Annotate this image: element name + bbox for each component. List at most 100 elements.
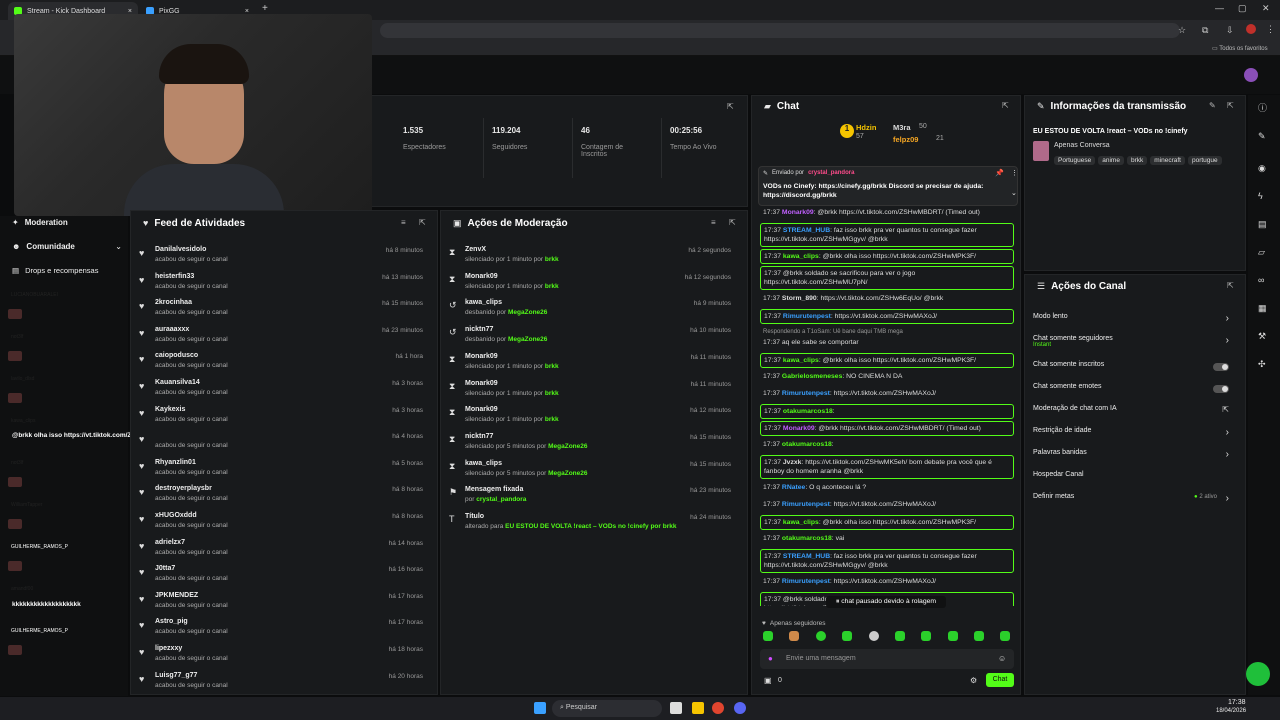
feed-username[interactable]: caiopodusco bbox=[155, 352, 198, 359]
chrome-icon[interactable] bbox=[712, 702, 724, 714]
chat-username[interactable]: Monark09 bbox=[782, 209, 814, 216]
chat-message[interactable]: 17:37 Rimurutenpest: https://vt.tiktok.c… bbox=[760, 498, 1014, 511]
chat-message[interactable]: 17:37 STREAM_HUB: faz isso brkk pra ver … bbox=[760, 549, 1014, 573]
emote-icon[interactable] bbox=[789, 631, 799, 641]
chat-message[interactable]: 17:37 otakumarcos18: vai bbox=[760, 532, 1014, 545]
popout-icon[interactable]: ⇱ bbox=[727, 102, 734, 111]
channel-action-row[interactable]: Moderação de chat com IA ⇱ bbox=[1033, 405, 1239, 425]
chat-message[interactable]: 17:37 Monark09: @brkk https://vt.tiktok.… bbox=[760, 421, 1014, 436]
chat-message[interactable]: 17:37 aq ele sabe se comportar bbox=[760, 336, 1014, 349]
mod-by[interactable]: crystal_pandora bbox=[476, 496, 526, 503]
server-icon[interactable]: ▦ bbox=[1258, 303, 1267, 314]
folder-icon[interactable] bbox=[692, 702, 704, 714]
mod-target[interactable]: Monark09 bbox=[465, 380, 498, 387]
gift-icon[interactable]: ▣ bbox=[764, 676, 772, 685]
extensions-icon[interactable]: ⧉ bbox=[1202, 25, 1208, 36]
tag-chip[interactable]: Portuguese bbox=[1054, 156, 1096, 165]
channel-action-row[interactable]: Modo lento › bbox=[1033, 313, 1239, 333]
info-icon[interactable]: ⓘ bbox=[1258, 101, 1267, 114]
filter-icon[interactable]: ≡ bbox=[401, 218, 406, 227]
maximize-icon[interactable]: ▢ bbox=[1238, 3, 1247, 14]
chat-message[interactable]: 17:37 Rimurutenpest: https://vt.tiktok.c… bbox=[760, 309, 1014, 324]
mod-target[interactable]: nicktn77 bbox=[465, 326, 493, 333]
emote-icon[interactable] bbox=[816, 631, 826, 641]
mod-by[interactable]: brkk bbox=[545, 283, 559, 290]
feed-username[interactable]: Danilalvesidolo bbox=[155, 246, 206, 253]
edit-icon[interactable]: ✎ bbox=[1209, 101, 1216, 110]
chat-username[interactable]: Jvzxk bbox=[783, 459, 802, 466]
feed-username[interactable]: lipezxxy bbox=[155, 645, 182, 652]
mod-target[interactable]: Título bbox=[465, 513, 484, 520]
mod-by[interactable]: MegaZone26 bbox=[548, 443, 587, 450]
chat-username[interactable]: Rimurutenpest bbox=[782, 390, 830, 397]
toggle-switch[interactable] bbox=[1213, 385, 1229, 393]
menu-icon[interactable]: ⋮ bbox=[1266, 24, 1275, 35]
send-chat-button[interactable]: Chat bbox=[986, 673, 1014, 687]
pin-icon[interactable]: 📌 bbox=[995, 169, 1004, 177]
url-field[interactable] bbox=[380, 23, 1180, 38]
chat-message[interactable]: 17:37 Rimurutenpest: https://vt.tiktok.c… bbox=[760, 387, 1014, 400]
puzzle-icon[interactable]: ✣ bbox=[1258, 359, 1266, 370]
chat-username[interactable]: STREAM_HUB bbox=[783, 553, 830, 560]
popout-icon[interactable]: ⇱ bbox=[419, 218, 426, 227]
chat-message[interactable]: 17:37 Monark09: @brkk https://vt.tiktok.… bbox=[760, 206, 1014, 219]
new-tab-icon[interactable]: + bbox=[262, 3, 268, 14]
feed-username[interactable]: Kaykexis bbox=[155, 406, 185, 413]
chat-username[interactable]: Gabrielosmeneses bbox=[782, 373, 842, 380]
feed-username[interactable]: xHUGOxddd bbox=[155, 512, 197, 519]
settings-icon[interactable]: ⚙ bbox=[970, 676, 977, 685]
chat-message[interactable]: 17:37 Rimurutenpest: https://vt.tiktok.c… bbox=[760, 575, 1014, 588]
feed-username[interactable]: heisterfin33 bbox=[155, 273, 194, 280]
emote-icon[interactable] bbox=[974, 631, 984, 641]
mod-target[interactable]: Monark09 bbox=[465, 353, 498, 360]
tools-icon[interactable]: ⚒ bbox=[1258, 331, 1266, 342]
document-icon[interactable]: ▤ bbox=[1258, 219, 1267, 230]
channel-action-row[interactable]: Chat somente emotes bbox=[1033, 383, 1239, 403]
feed-username[interactable]: destroyerplaysbr bbox=[155, 485, 212, 492]
chat-message[interactable]: 17:37 otakumarcos18: bbox=[760, 404, 1014, 419]
eye-icon[interactable]: ◉ bbox=[1258, 163, 1266, 174]
user-avatar[interactable] bbox=[1244, 68, 1258, 82]
channel-action-row[interactable]: Hospedar Canal bbox=[1033, 471, 1239, 491]
chat-username[interactable]: Monark09 bbox=[783, 425, 815, 432]
file-explorer-icon[interactable] bbox=[670, 702, 682, 714]
mod-by[interactable]: brkk bbox=[545, 256, 559, 263]
chat-message[interactable]: 17:37 RNatee: O q aconteceu lá ? bbox=[760, 481, 1014, 494]
tag-chip[interactable]: portugue bbox=[1187, 156, 1222, 165]
chat-message[interactable]: 17:37 kawa_clips: @brkk olha isso https:… bbox=[760, 249, 1014, 264]
mod-by[interactable]: MegaZone26 bbox=[508, 309, 547, 316]
mod-by[interactable]: MegaZone26 bbox=[508, 336, 547, 343]
mod-target[interactable]: Monark09 bbox=[465, 406, 498, 413]
emote-icon[interactable] bbox=[921, 631, 931, 641]
chat-username[interactable]: Rimurutenpest bbox=[782, 501, 830, 508]
popout-icon[interactable]: ⇱ bbox=[1002, 101, 1009, 110]
mod-target[interactable]: nicktn77 bbox=[465, 433, 493, 440]
tag-chip[interactable]: brkk bbox=[1126, 156, 1148, 165]
chat-message[interactable]: 17:37 kawa_clips: @brkk olha isso https:… bbox=[760, 515, 1014, 530]
chat-bubble-icon[interactable]: ▱ bbox=[1258, 247, 1265, 258]
link-icon[interactable]: ∞ bbox=[1258, 275, 1264, 285]
mod-target[interactable]: kawa_clips bbox=[465, 460, 502, 467]
emote-icon[interactable] bbox=[1000, 631, 1010, 641]
emote-icon[interactable] bbox=[842, 631, 852, 641]
channel-action-row[interactable]: Chat somente inscritos bbox=[1033, 361, 1239, 381]
feed-username[interactable]: Kauansilva14 bbox=[155, 379, 200, 386]
chevron-down-icon[interactable]: ⌄ bbox=[1011, 189, 1017, 197]
minimize-icon[interactable]: — bbox=[1215, 3, 1224, 13]
feed-username[interactable]: 2krocinhaa bbox=[155, 299, 192, 306]
chat-username[interactable]: Rimurutenpest bbox=[783, 313, 831, 320]
sidebar-item-community[interactable]: ☻ Comunidade ⌄ bbox=[12, 242, 122, 251]
chat-username[interactable]: kawa_clips bbox=[783, 519, 819, 526]
chat-messages[interactable]: 17:37 Monark09: @brkk https://vt.tiktok.… bbox=[752, 206, 1020, 606]
feed-username[interactable]: Rhyanzlin01 bbox=[155, 459, 196, 466]
chat-username[interactable]: otakumarcos18 bbox=[782, 441, 832, 448]
mod-target[interactable]: Mensagem fixada bbox=[465, 486, 523, 493]
taskbar-search[interactable]: ⌕ Pesquisar bbox=[552, 700, 662, 717]
emote-icon[interactable] bbox=[948, 631, 958, 641]
chat-username[interactable]: kawa_clips bbox=[783, 253, 819, 260]
chat-message[interactable]: 17:37 Gabrielosmeneses: NO CINEMA N DA bbox=[760, 370, 1014, 383]
emote-icon[interactable] bbox=[895, 631, 905, 641]
star-icon[interactable]: ☆ bbox=[1178, 25, 1186, 36]
chat-username[interactable]: kawa_clips bbox=[783, 357, 819, 364]
chat-message[interactable]: 17:37 STREAM_HUB: faz isso brkk pra ver … bbox=[760, 223, 1014, 247]
